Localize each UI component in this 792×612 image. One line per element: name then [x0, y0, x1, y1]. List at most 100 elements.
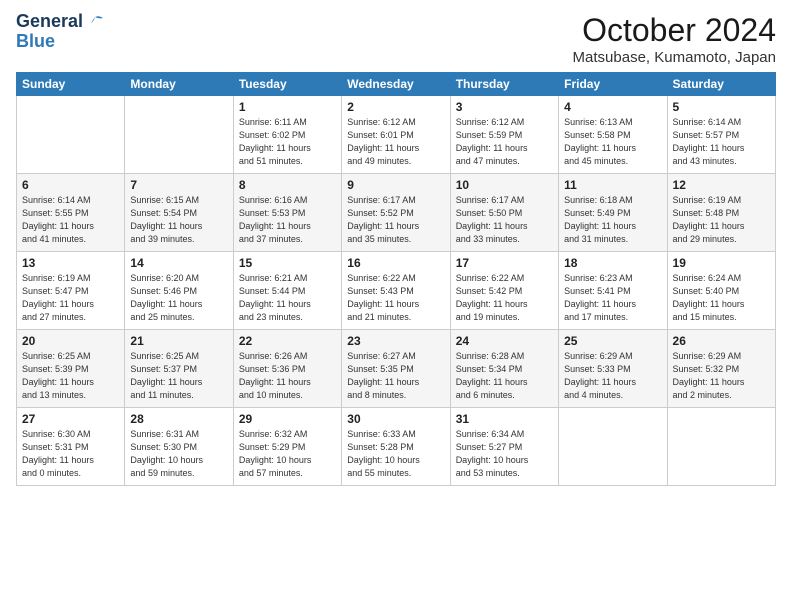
cell-info: Sunrise: 6:29 AM Sunset: 5:33 PM Dayligh… — [564, 350, 661, 402]
cell-info: Sunrise: 6:23 AM Sunset: 5:41 PM Dayligh… — [564, 272, 661, 324]
location: Matsubase, Kumamoto, Japan — [573, 49, 776, 66]
calendar-cell: 4Sunrise: 6:13 AM Sunset: 5:58 PM Daylig… — [559, 96, 667, 174]
logo-bird-icon — [85, 15, 105, 29]
calendar-table: SundayMondayTuesdayWednesdayThursdayFrid… — [16, 72, 776, 486]
cell-info: Sunrise: 6:27 AM Sunset: 5:35 PM Dayligh… — [347, 350, 444, 402]
calendar-container: General Blue October 2024 Matsubase, Kum… — [0, 0, 792, 612]
cell-info: Sunrise: 6:28 AM Sunset: 5:34 PM Dayligh… — [456, 350, 553, 402]
cell-info: Sunrise: 6:25 AM Sunset: 5:37 PM Dayligh… — [130, 350, 227, 402]
calendar-cell: 25 Sunrise: 6:29 AM Sunset: 5:33 PM Dayli… — [559, 330, 667, 408]
cell-info: Sunrise: 6:21 AM Sunset: 5:44 PM Dayligh… — [239, 272, 336, 324]
cell-info: Sunrise: 6:33 AM Sunset: 5:28 PM Dayligh… — [347, 428, 444, 480]
day-number: 16 — [347, 256, 444, 270]
calendar-cell — [559, 408, 667, 486]
weekday-header-friday: Friday — [559, 73, 667, 96]
weekday-header-wednesday: Wednesday — [342, 73, 450, 96]
calendar-cell: 23 Sunrise: 6:27 AM Sunset: 5:35 PM Dayli… — [342, 330, 450, 408]
logo: General Blue — [16, 12, 107, 52]
logo-text: General — [16, 12, 107, 32]
cell-info: Sunrise: 6:30 AM Sunset: 5:31 PM Dayligh… — [22, 428, 119, 480]
day-number: 14 — [130, 256, 227, 270]
calendar-cell: 16 Sunrise: 6:22 AM Sunset: 5:43 PM Dayli… — [342, 252, 450, 330]
calendar-cell: 27 Sunrise: 6:30 AM Sunset: 5:31 PM Dayli… — [17, 408, 125, 486]
day-number: 29 — [239, 412, 336, 426]
calendar-cell: 31 Sunrise: 6:34 AM Sunset: 5:27 PM Dayli… — [450, 408, 558, 486]
calendar-cell: 12 Sunrise: 6:19 AM Sunset: 5:48 PM Dayli… — [667, 174, 775, 252]
day-number: 18 — [564, 256, 661, 270]
day-number: 15 — [239, 256, 336, 270]
day-number: 13 — [22, 256, 119, 270]
weekday-header-tuesday: Tuesday — [233, 73, 341, 96]
cell-info: Sunrise: 6:18 AM Sunset: 5:49 PM Dayligh… — [564, 194, 661, 246]
month-title: October 2024 — [573, 12, 776, 49]
cell-info: Sunrise: 6:26 AM Sunset: 5:36 PM Dayligh… — [239, 350, 336, 402]
day-number: 27 — [22, 412, 119, 426]
day-number: 25 — [564, 334, 661, 348]
calendar-cell: 9Sunrise: 6:17 AM Sunset: 5:52 PM Daylig… — [342, 174, 450, 252]
cell-info: Sunrise: 6:24 AM Sunset: 5:40 PM Dayligh… — [673, 272, 770, 324]
weekday-header-sunday: Sunday — [17, 73, 125, 96]
day-number: 5 — [673, 100, 770, 114]
calendar-cell: 20 Sunrise: 6:25 AM Sunset: 5:39 PM Dayli… — [17, 330, 125, 408]
day-number: 21 — [130, 334, 227, 348]
day-number: 22 — [239, 334, 336, 348]
cell-info: Sunrise: 6:32 AM Sunset: 5:29 PM Dayligh… — [239, 428, 336, 480]
day-number: 30 — [347, 412, 444, 426]
cell-info: Sunrise: 6:16 AM Sunset: 5:53 PM Dayligh… — [239, 194, 336, 246]
calendar-cell: 7Sunrise: 6:15 AM Sunset: 5:54 PM Daylig… — [125, 174, 233, 252]
calendar-cell: 14Sunrise: 6:20 AM Sunset: 5:46 PM Dayli… — [125, 252, 233, 330]
day-number: 11 — [564, 178, 661, 192]
day-number: 10 — [456, 178, 553, 192]
day-number: 31 — [456, 412, 553, 426]
title-area: October 2024 Matsubase, Kumamoto, Japan — [573, 12, 776, 66]
calendar-cell: 13 Sunrise: 6:19 AM Sunset: 5:47 PM Dayli… — [17, 252, 125, 330]
cell-info: Sunrise: 6:11 AM Sunset: 6:02 PM Dayligh… — [239, 116, 336, 168]
day-number: 2 — [347, 100, 444, 114]
cell-info: Sunrise: 6:25 AM Sunset: 5:39 PM Dayligh… — [22, 350, 119, 402]
day-number: 28 — [130, 412, 227, 426]
calendar-cell: 3 Sunrise: 6:12 AM Sunset: 5:59 PM Daylig… — [450, 96, 558, 174]
day-number: 19 — [673, 256, 770, 270]
day-number: 3 — [456, 100, 553, 114]
day-number: 23 — [347, 334, 444, 348]
day-number: 1 — [239, 100, 336, 114]
cell-info: Sunrise: 6:12 AM Sunset: 6:01 PM Dayligh… — [347, 116, 444, 168]
calendar-cell — [17, 96, 125, 174]
weekday-header-monday: Monday — [125, 73, 233, 96]
weekday-header-saturday: Saturday — [667, 73, 775, 96]
cell-info: Sunrise: 6:34 AM Sunset: 5:27 PM Dayligh… — [456, 428, 553, 480]
day-number: 20 — [22, 334, 119, 348]
calendar-cell: 5 Sunrise: 6:14 AM Sunset: 5:57 PM Daylig… — [667, 96, 775, 174]
cell-info: Sunrise: 6:15 AM Sunset: 5:54 PM Dayligh… — [130, 194, 227, 246]
day-number: 12 — [673, 178, 770, 192]
calendar-cell: 8 Sunrise: 6:16 AM Sunset: 5:53 PM Daylig… — [233, 174, 341, 252]
calendar-cell: 6 Sunrise: 6:14 AM Sunset: 5:55 PM Daylig… — [17, 174, 125, 252]
calendar-cell — [667, 408, 775, 486]
calendar-cell: 17Sunrise: 6:22 AM Sunset: 5:42 PM Dayli… — [450, 252, 558, 330]
day-number: 8 — [239, 178, 336, 192]
calendar-cell: 22 Sunrise: 6:26 AM Sunset: 5:36 PM Dayli… — [233, 330, 341, 408]
calendar-cell: 11 Sunrise: 6:18 AM Sunset: 5:49 PM Dayli… — [559, 174, 667, 252]
header-area: General Blue October 2024 Matsubase, Kum… — [16, 12, 776, 66]
cell-info: Sunrise: 6:19 AM Sunset: 5:47 PM Dayligh… — [22, 272, 119, 324]
cell-info: Sunrise: 6:13 AM Sunset: 5:58 PM Dayligh… — [564, 116, 661, 168]
logo-blue: Blue — [16, 32, 55, 52]
day-number: 6 — [22, 178, 119, 192]
cell-info: Sunrise: 6:14 AM Sunset: 5:55 PM Dayligh… — [22, 194, 119, 246]
calendar-cell: 19 Sunrise: 6:24 AM Sunset: 5:40 PM Dayli… — [667, 252, 775, 330]
cell-info: Sunrise: 6:12 AM Sunset: 5:59 PM Dayligh… — [456, 116, 553, 168]
calendar-cell: 30 Sunrise: 6:33 AM Sunset: 5:28 PM Dayli… — [342, 408, 450, 486]
cell-info: Sunrise: 6:19 AM Sunset: 5:48 PM Dayligh… — [673, 194, 770, 246]
calendar-cell: 26Sunrise: 6:29 AM Sunset: 5:32 PM Dayli… — [667, 330, 775, 408]
calendar-cell: 1 Sunrise: 6:11 AM Sunset: 6:02 PM Daylig… — [233, 96, 341, 174]
calendar-cell: 18 Sunrise: 6:23 AM Sunset: 5:41 PM Dayli… — [559, 252, 667, 330]
day-number: 17 — [456, 256, 553, 270]
cell-info: Sunrise: 6:14 AM Sunset: 5:57 PM Dayligh… — [673, 116, 770, 168]
calendar-cell: 10Sunrise: 6:17 AM Sunset: 5:50 PM Dayli… — [450, 174, 558, 252]
cell-info: Sunrise: 6:29 AM Sunset: 5:32 PM Dayligh… — [673, 350, 770, 402]
weekday-header-thursday: Thursday — [450, 73, 558, 96]
calendar-cell: 15 Sunrise: 6:21 AM Sunset: 5:44 PM Dayli… — [233, 252, 341, 330]
cell-info: Sunrise: 6:22 AM Sunset: 5:43 PM Dayligh… — [347, 272, 444, 324]
cell-info: Sunrise: 6:17 AM Sunset: 5:52 PM Dayligh… — [347, 194, 444, 246]
cell-info: Sunrise: 6:31 AM Sunset: 5:30 PM Dayligh… — [130, 428, 227, 480]
